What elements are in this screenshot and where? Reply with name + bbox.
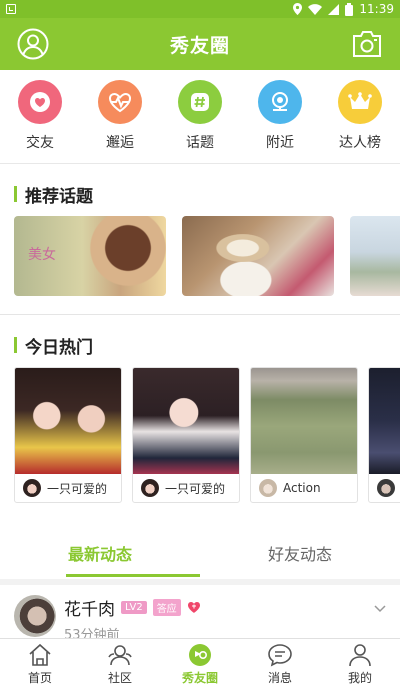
section-title: 今日热门 bbox=[25, 337, 93, 358]
recommended-topics: 美女 bbox=[0, 216, 400, 298]
hot-card[interactable]: Action bbox=[250, 367, 358, 503]
profile-icon bbox=[349, 644, 371, 667]
tab-friends[interactable]: 好友动态 bbox=[200, 527, 400, 579]
bottom-nav: 首页 社区 秀友圈 消息 我的 bbox=[0, 638, 400, 690]
nav-label: 我的 bbox=[347, 671, 372, 685]
topic-card[interactable]: 美女 bbox=[14, 216, 166, 296]
location-status-icon bbox=[293, 3, 303, 15]
quick-nav-topics[interactable]: 话题 bbox=[165, 80, 235, 163]
quick-nav-label: 话题 bbox=[186, 135, 214, 151]
notification-icon bbox=[6, 4, 16, 14]
nav-circle[interactable]: 秀友圈 bbox=[160, 639, 240, 690]
hot-card[interactable] bbox=[368, 367, 400, 503]
avatar bbox=[259, 479, 277, 497]
feed-user-name: 花千肉 bbox=[64, 600, 115, 620]
tab-latest[interactable]: 最新动态 bbox=[0, 527, 200, 579]
location-icon bbox=[258, 80, 302, 124]
page-title: 秀友圈 bbox=[169, 34, 230, 57]
feed-tabs: 最新动态 好友动态 bbox=[0, 527, 400, 579]
nav-label: 社区 bbox=[107, 671, 132, 685]
nav-community[interactable]: 社区 bbox=[80, 639, 160, 690]
hot-card-image bbox=[369, 368, 400, 474]
hot-card-image bbox=[251, 368, 357, 474]
hot-today-list: 一只可爱的 一只可爱的 Action bbox=[0, 367, 400, 505]
heartbeat-icon bbox=[98, 80, 142, 124]
circle-icon bbox=[189, 644, 211, 666]
camera-icon bbox=[352, 31, 381, 57]
signal-icon bbox=[328, 3, 340, 15]
level-badge: LV2 bbox=[121, 601, 147, 614]
community-icon bbox=[108, 645, 132, 666]
nav-label: 首页 bbox=[27, 671, 52, 685]
app-screen: 11:39 秀友圈 交友 邂逅 话题 附近 达人榜 推荐话题 美女 今日热门 一… bbox=[0, 0, 400, 690]
topic-tag: 美女 bbox=[28, 247, 56, 263]
quick-nav-dating[interactable]: 交友 bbox=[5, 80, 75, 163]
quick-nav-label: 附近 bbox=[266, 135, 294, 151]
topic-card[interactable] bbox=[350, 216, 400, 296]
nav-label: 消息 bbox=[267, 671, 292, 685]
hot-card-image bbox=[133, 368, 239, 474]
section-title: 推荐话题 bbox=[25, 186, 93, 207]
topic-card[interactable] bbox=[182, 216, 334, 296]
hot-today-header: 今日热门 bbox=[0, 323, 400, 367]
nav-profile[interactable]: 我的 bbox=[320, 639, 400, 690]
nav-home[interactable]: 首页 bbox=[0, 639, 80, 690]
avatar bbox=[141, 479, 159, 497]
hot-card-user: 一只可爱的 bbox=[47, 481, 108, 496]
wifi-icon bbox=[308, 3, 323, 15]
status-bar: 11:39 bbox=[0, 0, 400, 18]
quick-nav-nearby[interactable]: 附近 bbox=[245, 80, 315, 163]
recommended-header: 推荐话题 bbox=[0, 172, 400, 216]
nav-label: 秀友圈 bbox=[181, 671, 218, 685]
hot-card[interactable]: 一只可爱的 bbox=[14, 367, 122, 503]
quick-nav-ranking[interactable]: 达人榜 bbox=[325, 80, 395, 163]
crown-icon bbox=[338, 80, 382, 124]
nav-messages[interactable]: 消息 bbox=[240, 639, 320, 690]
battery-icon bbox=[345, 2, 354, 16]
hashtag-icon bbox=[178, 80, 222, 124]
status-time: 11:39 bbox=[359, 2, 394, 16]
avatar bbox=[377, 479, 395, 497]
heart-badge-icon bbox=[187, 602, 200, 613]
hot-card-user: 一只可爱的 bbox=[165, 481, 226, 496]
message-icon bbox=[268, 644, 292, 667]
top-bar: 秀友圈 bbox=[0, 18, 400, 70]
heart-icon bbox=[18, 80, 62, 124]
quick-nav-encounter[interactable]: 邂逅 bbox=[85, 80, 155, 163]
quick-nav: 交友 邂逅 话题 附近 达人榜 bbox=[0, 70, 400, 164]
user-icon bbox=[17, 28, 49, 60]
quick-nav-label: 达人榜 bbox=[339, 135, 381, 151]
tab-indicator bbox=[66, 574, 200, 577]
quick-nav-label: 交友 bbox=[26, 135, 54, 151]
profile-button[interactable] bbox=[16, 27, 50, 61]
home-icon bbox=[29, 643, 51, 666]
camera-button[interactable] bbox=[350, 27, 384, 61]
hot-card-image bbox=[15, 368, 121, 474]
avatar bbox=[14, 595, 56, 637]
quick-nav-label: 邂逅 bbox=[106, 135, 134, 151]
avatar bbox=[23, 479, 41, 497]
chevron-down-icon[interactable] bbox=[374, 605, 386, 613]
hot-card-user: Action bbox=[283, 481, 321, 495]
hot-card[interactable]: 一只可爱的 bbox=[132, 367, 240, 503]
status-badge: 答应 bbox=[152, 599, 181, 616]
